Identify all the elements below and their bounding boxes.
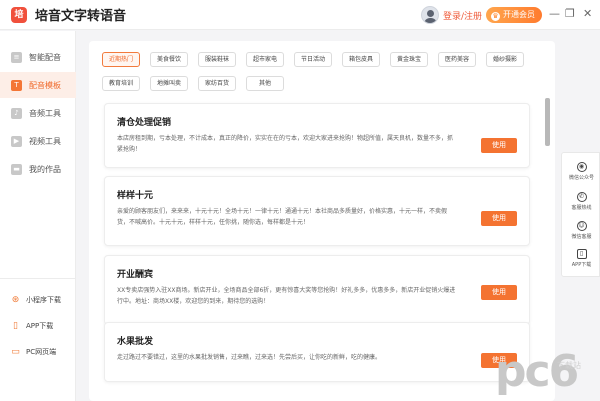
restore-icon[interactable]: ❐ (565, 7, 575, 21)
minimize-icon[interactable]: — (549, 7, 560, 21)
right-panel-label: 微信公众号 (568, 175, 594, 181)
tab-wedding-photo[interactable]: 婚纱摄影 (486, 52, 525, 67)
footer-label: APP下载 (26, 322, 54, 330)
template-icon: T (11, 79, 22, 91)
use-template-button[interactable]: 使用 (481, 138, 517, 153)
use-template-button[interactable]: 使用 (481, 211, 517, 226)
login-register-link[interactable]: 登录/注册 (443, 9, 482, 22)
watermark-logo: pc6 (495, 346, 579, 397)
title-bar: 培 培音文字转语音 登录/注册 ♛ 开通会员 — ❐ ✕ (0, 0, 600, 30)
customer-service-icon: ☺ (576, 221, 587, 231)
sidebar-item-video-tools[interactable]: ▶ 视频工具 (0, 128, 76, 154)
template-panel: 近期热门 美食餐饮 服装鞋袜 超市家电 节日活动 箱包皮具 黄金珠宝 医药美容 … (89, 41, 555, 401)
sidebar-item-label: 音频工具 (29, 108, 61, 118)
mobile-icon: ▯ (576, 249, 587, 259)
right-panel-label: 客服热线 (571, 205, 592, 211)
template-title: 水果批发 (117, 337, 154, 347)
audio-icon: ♪ (11, 107, 22, 119)
right-panel-label: APP下载 (571, 262, 592, 268)
sidebar-item-label: 我的作品 (29, 164, 61, 174)
app-download-button[interactable]: ▯ APP下载 (562, 249, 600, 268)
template-card: 样样十元 亲爱的顾客朋友们，来来来，十元十元！全场十元！一律十元！通通十元！本社… (104, 176, 530, 246)
watermark: pc6 下载站 (495, 346, 600, 401)
sidebar-item-label: 配音模板 (29, 80, 61, 90)
sidebar-divider (0, 278, 76, 279)
video-icon: ▶ (11, 135, 22, 147)
app-logo-icon: 培 (11, 6, 27, 23)
template-title: 开业酬宾 (117, 270, 154, 280)
close-icon[interactable]: ✕ (583, 7, 592, 21)
tab-food[interactable]: 美食餐饮 (150, 52, 189, 67)
template-description: XX专卖店强势入驻XX商场。新店开业，全场商品全部6折，更有惊喜大奖等您抢购！好… (117, 287, 456, 305)
tab-supermarket[interactable]: 超市家电 (246, 52, 285, 67)
open-vip-button[interactable]: ♛ 开通会员 (486, 7, 542, 23)
mini-program-download-link[interactable]: ⊛ 小程序下载 (0, 291, 76, 309)
template-card: 开业酬宾 XX专卖店强势入驻XX商场。新店开业，全场商品全部6折，更有惊喜大奖等… (104, 255, 530, 325)
sidebar-item-label: 智能配音 (29, 52, 61, 62)
template-title: 清仓处理促销 (117, 118, 172, 128)
template-card: 水果批发 走过路过不要错过，这里的水果批发销售，过来瞧，过来选！先尝后买，让你吃… (104, 322, 530, 382)
phone-icon: ▯ (13, 320, 18, 331)
sidebar-item-my-works[interactable]: ▬ 我的作品 (0, 156, 76, 182)
mic-icon: ≡ (11, 51, 22, 63)
right-service-panel: ◉ 微信公众号 ✆ 客服热线 ☺ 微信客服 ▯ APP下载 (561, 152, 600, 277)
phone-call-icon: ✆ (576, 192, 587, 202)
use-template-button[interactable]: 使用 (481, 285, 517, 300)
template-description: 走过路过不要错过，这里的水果批发销售，过来瞧，过来选！先尝后买，让你吃的新鲜，吃… (117, 354, 382, 361)
wechat-official-account-button[interactable]: ◉ 微信公众号 (562, 162, 600, 181)
tab-medical-beauty[interactable]: 医药美容 (438, 52, 477, 67)
app-title: 培音文字转语音 (35, 9, 127, 24)
folder-icon: ▬ (11, 163, 22, 175)
sidebar-item-smart-dubbing[interactable]: ≡ 智能配音 (0, 44, 76, 70)
app-download-link[interactable]: ▯ APP下载 (0, 317, 76, 335)
template-description: 亲爱的顾客朋友们，来来来，十元十元！全场十元！一律十元！通通十元！本社商品多质量… (117, 208, 448, 226)
sidebar-item-label: 视频工具 (29, 136, 61, 146)
mini-program-icon: ⊛ (11, 294, 20, 305)
avatar[interactable] (421, 6, 439, 24)
tab-bags[interactable]: 箱包皮具 (342, 52, 381, 67)
tab-holiday[interactable]: 节日活动 (294, 52, 333, 67)
footer-label: PC网页端 (26, 348, 57, 356)
tab-clothing[interactable]: 服装鞋袜 (198, 52, 237, 67)
open-vip-label: 开通会员 (503, 10, 535, 19)
watermark-subtitle: 下载站 (557, 361, 581, 370)
wechat-icon: ◉ (576, 162, 587, 172)
crown-icon: ♛ (491, 12, 500, 21)
monitor-icon: ▭ (11, 346, 20, 357)
wechat-service-button[interactable]: ☺ 微信客服 (562, 221, 600, 240)
tab-education[interactable]: 教育培训 (102, 76, 141, 91)
tab-street-vendor[interactable]: 地摊叫卖 (150, 76, 189, 91)
template-card: 清仓处理促销 本店房租到期，亏本处理，不计成本，真正的降价，实实在在的亏本，欢迎… (104, 103, 530, 168)
tab-home-textile[interactable]: 家纺百货 (198, 76, 237, 91)
sidebar-item-dubbing-template[interactable]: T 配音模板 (0, 72, 76, 98)
tab-other[interactable]: 其他 (246, 76, 285, 91)
sidebar: ≡ 智能配音 T 配音模板 ♪ 音频工具 ▶ 视频工具 ▬ 我的作品 ⊛ 小程序… (0, 31, 76, 401)
template-title: 样样十元 (117, 191, 154, 201)
template-description: 本店房租到期，亏本处理，不计成本，真正的降价，实实在在的亏本，欢迎大家进来抢购！… (117, 135, 454, 153)
sidebar-item-audio-tools[interactable]: ♪ 音频工具 (0, 100, 76, 126)
tab-recent-hot[interactable]: 近期热门 (102, 52, 141, 67)
pc-web-link[interactable]: ▭ PC网页端 (0, 343, 76, 361)
hotline-button[interactable]: ✆ 客服热线 (562, 192, 600, 211)
right-panel-label: 微信客服 (571, 234, 592, 240)
scrollbar[interactable] (545, 98, 550, 146)
tab-jewelry[interactable]: 黄金珠宝 (390, 52, 429, 67)
footer-label: 小程序下载 (26, 296, 61, 304)
